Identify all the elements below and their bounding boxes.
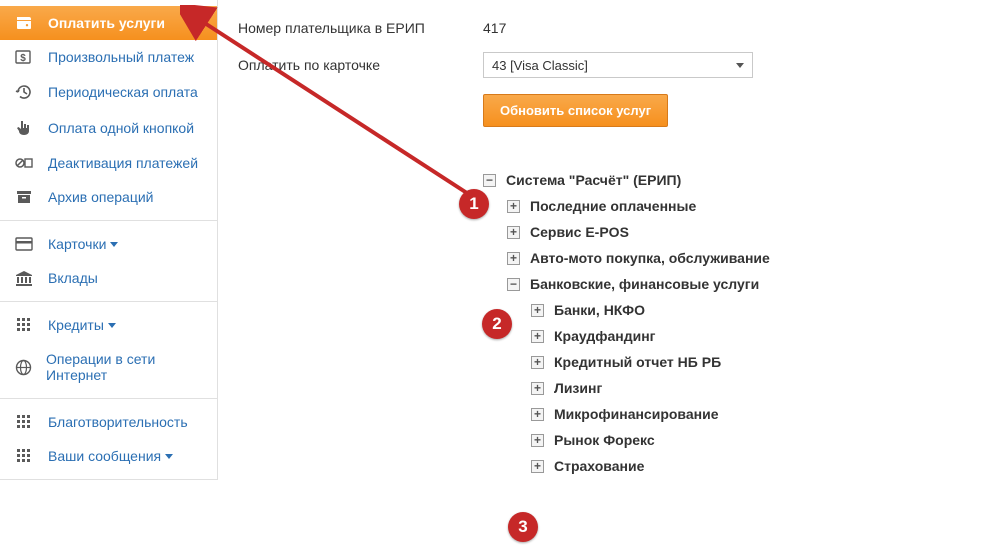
row-update: Обновить список услуг (238, 94, 985, 127)
callout-1: 1 (459, 189, 489, 219)
tree-node-leasing[interactable]: + Лизинг (531, 375, 985, 401)
main-content: Номер плательщика в ЕРИП 417 Оплатить по… (218, 0, 995, 499)
expand-icon[interactable]: + (507, 252, 520, 265)
sidebar-item-archive[interactable]: Архив операций (0, 180, 217, 214)
services-tree: − Система "Расчёт" (ЕРИП) + Последние оп… (483, 167, 985, 479)
tree-label: Страхование (554, 458, 644, 474)
tree-node-credit-report[interactable]: + Кредитный отчет НБ РБ (531, 349, 985, 375)
hand-icon (14, 119, 34, 137)
callout-3: 3 (508, 512, 538, 542)
chevron-down-icon (736, 63, 744, 68)
sidebar-item-cards[interactable]: Карточки (0, 227, 217, 261)
update-services-button[interactable]: Обновить список услуг (483, 94, 668, 127)
deactivate-icon (14, 155, 34, 171)
globe-icon (14, 359, 32, 376)
expand-icon[interactable]: + (531, 434, 544, 447)
sidebar-label: Вклады (48, 270, 98, 286)
label-card: Оплатить по карточке (238, 57, 483, 73)
row-payer: Номер плательщика в ЕРИП 417 (238, 20, 985, 36)
sidebar-item-periodic[interactable]: Периодическая оплата (0, 74, 217, 110)
tree-label: Краудфандинг (554, 328, 655, 344)
grid-icon (14, 414, 34, 430)
callout-2: 2 (482, 309, 512, 339)
sidebar-item-one-button[interactable]: Оплата одной кнопкой (0, 110, 217, 146)
sidebar-item-messages[interactable]: Ваши сообщения (0, 439, 217, 473)
sidebar: Оплатить услуги $ Произвольный платеж Пе… (0, 0, 218, 480)
label-payer: Номер плательщика в ЕРИП (238, 20, 483, 36)
tree-label: Банки, НКФО (554, 302, 645, 318)
tree-label: Система "Расчёт" (ЕРИП) (506, 172, 681, 188)
expand-icon[interactable]: + (531, 460, 544, 473)
tree-label: Лизинг (554, 380, 602, 396)
sidebar-label: Оплата одной кнопкой (48, 120, 194, 136)
history-icon (14, 83, 34, 101)
svg-text:$: $ (20, 53, 26, 64)
tree-node-crowd[interactable]: + Краудфандинг (531, 323, 985, 349)
tree-label: Последние оплаченные (530, 198, 696, 214)
value-payer: 417 (483, 20, 506, 36)
tree-children-level2: + Банки, НКФО + Краудфандинг + Кредитный… (531, 297, 985, 479)
select-card-value: 43 [Visa Classic] (492, 58, 588, 73)
expand-icon[interactable]: + (531, 304, 544, 317)
collapse-icon[interactable]: − (483, 174, 496, 187)
select-card[interactable]: 43 [Visa Classic] (483, 52, 753, 78)
sidebar-group-accounts: Карточки Вклады (0, 221, 217, 302)
tree-node-forex[interactable]: + Рынок Форекс (531, 427, 985, 453)
sidebar-group-other: Благотворительность Ваши сообщения (0, 399, 217, 480)
tree-label: Авто-мото покупка, обслуживание (530, 250, 770, 266)
tree-node-banking[interactable]: − Банковские, финансовые услуги (507, 271, 985, 297)
row-card: Оплатить по карточке 43 [Visa Classic] (238, 52, 985, 78)
collapse-icon[interactable]: − (507, 278, 520, 291)
sidebar-item-deactivation[interactable]: Деактивация платежей (0, 146, 217, 180)
tree-root[interactable]: − Система "Расчёт" (ЕРИП) (483, 167, 985, 193)
grid-icon (14, 317, 34, 333)
expand-icon[interactable]: + (531, 382, 544, 395)
sidebar-item-charity[interactable]: Благотворительность (0, 405, 217, 439)
tree-node-banks[interactable]: + Банки, НКФО (531, 297, 985, 323)
sidebar-item-free-payment[interactable]: $ Произвольный платеж (0, 40, 217, 74)
sidebar-item-pay-services[interactable]: Оплатить услуги (0, 6, 217, 40)
expand-icon[interactable]: + (507, 200, 520, 213)
tree-label: Кредитный отчет НБ РБ (554, 354, 721, 370)
tree-node-auto[interactable]: + Авто-мото покупка, обслуживание (507, 245, 985, 271)
tree-node-last-paid[interactable]: + Последние оплаченные (507, 193, 985, 219)
sidebar-label: Кредиты (48, 317, 104, 333)
sidebar-item-credits[interactable]: Кредиты (0, 308, 217, 342)
expand-icon[interactable]: + (531, 408, 544, 421)
tree-label: Сервис E-POS (530, 224, 629, 240)
tree-node-insurance[interactable]: + Страхование (531, 453, 985, 479)
card-icon (14, 237, 34, 251)
sidebar-item-deposits[interactable]: Вклады (0, 261, 217, 295)
expand-icon[interactable]: + (531, 330, 544, 343)
caret-down-icon (110, 242, 118, 247)
sidebar-label: Архив операций (48, 189, 154, 205)
tree-label: Микрофинансирование (554, 406, 719, 422)
tree-children-level1: + Последние оплаченные + Сервис E-POS + … (507, 193, 985, 479)
caret-down-icon (165, 454, 173, 459)
tree-node-microfinance[interactable]: + Микрофинансирование (531, 401, 985, 427)
dollar-icon: $ (14, 49, 34, 65)
sidebar-group-credits: Кредиты Операции в сети Интернет (0, 302, 217, 399)
sidebar-item-internet-ops[interactable]: Операции в сети Интернет (0, 342, 217, 392)
bank-icon (14, 270, 34, 286)
wallet-icon (14, 15, 34, 31)
sidebar-group-payments: Оплатить услуги $ Произвольный платеж Пе… (0, 0, 217, 221)
tree-label: Банковские, финансовые услуги (530, 276, 759, 292)
sidebar-label: Ваши сообщения (48, 448, 161, 464)
sidebar-label: Произвольный платеж (48, 49, 194, 65)
sidebar-label: Операции в сети Интернет (46, 351, 203, 383)
archive-icon (14, 189, 34, 205)
expand-icon[interactable]: + (507, 226, 520, 239)
expand-icon[interactable]: + (531, 356, 544, 369)
tree-label: Рынок Форекс (554, 432, 655, 448)
tree-node-epos[interactable]: + Сервис E-POS (507, 219, 985, 245)
sidebar-label: Оплатить услуги (48, 15, 165, 31)
sidebar-label: Карточки (48, 236, 106, 252)
sidebar-label: Деактивация платежей (48, 155, 198, 171)
grid-icon (14, 448, 34, 464)
sidebar-label: Благотворительность (48, 414, 188, 430)
sidebar-label: Периодическая оплата (48, 84, 198, 100)
caret-down-icon (108, 323, 116, 328)
